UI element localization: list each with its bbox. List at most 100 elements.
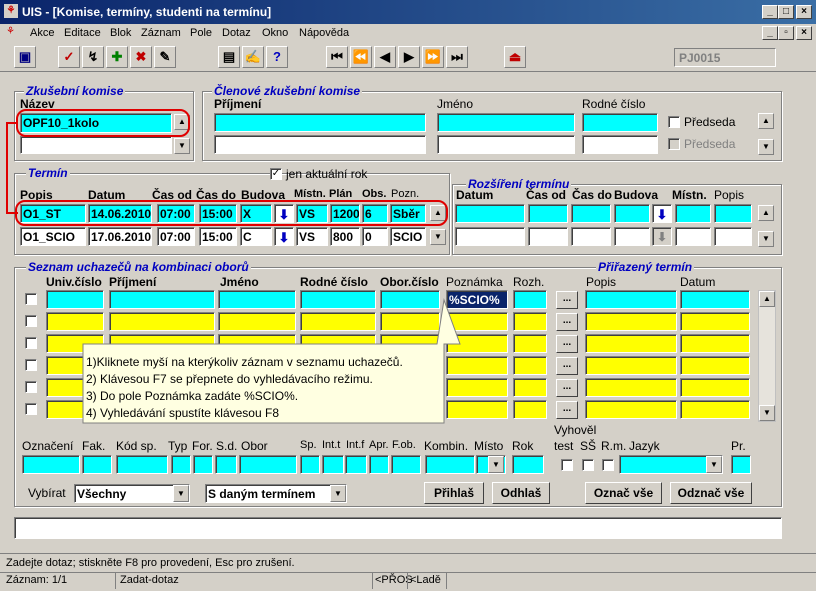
termin-plan-2[interactable]: 800: [330, 227, 360, 246]
doc-close-button[interactable]: ×: [796, 26, 812, 40]
edit-icon[interactable]: ✍: [242, 46, 264, 68]
seznam-scroll-down[interactable]: ▼: [759, 405, 775, 421]
clenove-scroll-up[interactable]: ▲: [758, 113, 774, 129]
rozs-popis-2[interactable]: [714, 227, 752, 246]
row-select-checkbox[interactable]: [25, 381, 37, 393]
seznam-cell[interactable]: [513, 378, 547, 397]
seznam-scrollbar[interactable]: [758, 290, 776, 422]
rozs-od-2[interactable]: [528, 227, 568, 246]
prirazeny-cell[interactable]: [680, 334, 750, 353]
menu-dotaz[interactable]: Dotaz: [222, 27, 251, 39]
clen-jmeno-1[interactable]: [437, 113, 575, 132]
seznam-cell[interactable]: [513, 400, 547, 419]
lov-button[interactable]: ...: [556, 379, 578, 397]
menu-akce[interactable]: Akce: [30, 27, 54, 39]
rozs-mistn-1[interactable]: [675, 204, 711, 223]
ss-checkbox[interactable]: [582, 459, 594, 471]
rozs-mistn-2[interactable]: [675, 227, 711, 246]
odhlas-button[interactable]: Odhlaš: [492, 482, 550, 504]
termin-mistn-2[interactable]: VS: [296, 227, 328, 246]
save-icon[interactable]: ▣: [14, 46, 36, 68]
bottom-field[interactable]: [391, 455, 421, 474]
exit-icon[interactable]: ⏏: [504, 46, 526, 68]
prirazeny-cell[interactable]: [680, 356, 750, 375]
seznam-cell[interactable]: [513, 290, 547, 309]
bottom-field[interactable]: [369, 455, 389, 474]
nazev-field-2[interactable]: [20, 136, 172, 154]
doc-restore-button[interactable]: ▫: [778, 26, 794, 40]
rozs-budova-1[interactable]: [614, 204, 650, 223]
oznac-vse-button[interactable]: Označ vše: [585, 482, 662, 504]
termin-budova-2[interactable]: C: [240, 227, 272, 246]
rozs-scroll-up[interactable]: ▲: [758, 205, 774, 221]
budova-lookup-icon-2[interactable]: ⬇: [274, 227, 294, 246]
lov-button[interactable]: ...: [556, 335, 578, 353]
bottom-field[interactable]: [116, 455, 168, 474]
seznam-scroll-up[interactable]: ▲: [759, 291, 775, 307]
seznam-cell[interactable]: [513, 356, 547, 375]
rozs-do-2[interactable]: [571, 227, 611, 246]
rozs-datum-2[interactable]: [455, 227, 525, 246]
rozs-do-1[interactable]: [571, 204, 611, 223]
prirazeny-cell[interactable]: [585, 290, 677, 309]
termin-filter-select[interactable]: S daným termínem: [205, 484, 347, 503]
clipboard-icon[interactable]: ▤: [218, 46, 240, 68]
row-select-checkbox[interactable]: [25, 359, 37, 371]
lov-button[interactable]: ...: [556, 313, 578, 331]
termin-filter-dropdown-icon[interactable]: ▼: [330, 485, 346, 502]
menu-pole[interactable]: Pole: [190, 27, 212, 39]
prirazeny-cell[interactable]: [585, 400, 677, 419]
komise-scroll-down[interactable]: ▼: [174, 138, 190, 154]
seznam-cell[interactable]: [513, 312, 547, 331]
termin-popis-2[interactable]: O1_SCIO: [20, 227, 86, 246]
rozs-budova-2[interactable]: [614, 227, 650, 246]
minimize-button[interactable]: _: [762, 5, 778, 19]
prirazeny-cell[interactable]: [585, 334, 677, 353]
doc-minimize-button[interactable]: _: [762, 26, 778, 40]
lov-button[interactable]: ...: [556, 291, 578, 309]
close-button[interactable]: ×: [796, 5, 812, 19]
vybirat-dropdown-icon[interactable]: ▼: [173, 485, 189, 502]
lov-button[interactable]: ...: [556, 357, 578, 375]
bottom-field[interactable]: [425, 455, 475, 474]
bottom-field[interactable]: [171, 455, 191, 474]
bottom-field[interactable]: [82, 455, 112, 474]
bottom-field[interactable]: [239, 455, 297, 474]
predseda-checkbox-2[interactable]: [668, 138, 680, 150]
bottom-field[interactable]: [512, 455, 544, 474]
termin-do-2[interactable]: 15:00: [199, 227, 237, 246]
bottom-field[interactable]: [345, 455, 367, 474]
rozs-scroll-down[interactable]: ▼: [758, 231, 774, 247]
predseda-checkbox-1[interactable]: [668, 116, 680, 128]
aktualni-checkbox[interactable]: ✓: [270, 168, 282, 180]
termin-pozn-2[interactable]: SCIO: [390, 227, 426, 246]
rozs-od-1[interactable]: [528, 204, 568, 223]
prirazeny-cell[interactable]: [680, 290, 750, 309]
clenove-scroll-down[interactable]: ▼: [758, 139, 774, 155]
menu-blok[interactable]: Blok: [110, 27, 131, 39]
maximize-button[interactable]: □: [778, 5, 794, 19]
last-record-icon[interactable]: ⏭: [446, 46, 468, 68]
wand-icon[interactable]: ↯: [82, 46, 104, 68]
rozs-budova-lookup-icon-2[interactable]: ⬇: [652, 227, 672, 246]
rozs-budova-lookup-icon-1[interactable]: ⬇: [652, 204, 672, 223]
menu-okno[interactable]: Okno: [262, 27, 288, 39]
menu-napoveda[interactable]: Nápověda: [299, 27, 349, 39]
prirazeny-cell[interactable]: [585, 356, 677, 375]
prirazeny-cell[interactable]: [585, 378, 677, 397]
clear-icon[interactable]: ✎: [154, 46, 176, 68]
first-record-icon[interactable]: ⏮: [326, 46, 348, 68]
help-icon[interactable]: ?: [266, 46, 288, 68]
jazyk-dropdown-icon[interactable]: ▼: [706, 456, 722, 473]
bottom-field[interactable]: [22, 455, 80, 474]
clen-prijmeni-2[interactable]: [214, 135, 426, 154]
delete-record-icon[interactable]: ✖: [130, 46, 152, 68]
prirazeny-cell[interactable]: [680, 378, 750, 397]
prev-set-icon[interactable]: ⏪: [350, 46, 372, 68]
clen-rodne-2[interactable]: [582, 135, 658, 154]
clen-prijmeni-1[interactable]: [214, 113, 426, 132]
clen-jmeno-2[interactable]: [437, 135, 575, 154]
bottom-field[interactable]: [322, 455, 344, 474]
pr-field[interactable]: [731, 455, 751, 474]
seznam-cell[interactable]: [513, 334, 547, 353]
